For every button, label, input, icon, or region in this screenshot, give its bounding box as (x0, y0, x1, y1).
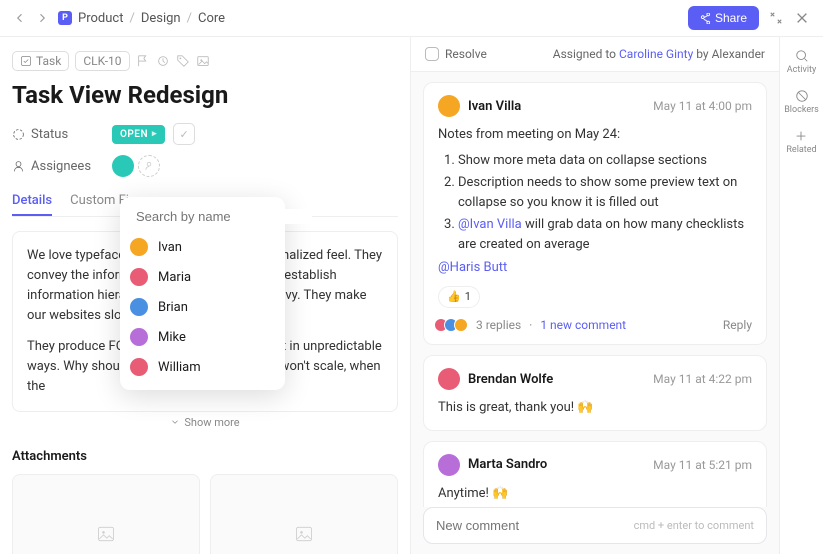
chevron-down-icon (170, 417, 180, 427)
repliers-avatars[interactable] (438, 318, 468, 332)
comment-body: Notes from meeting on May 24: Show more … (438, 125, 752, 308)
assigned-to-name[interactable]: Caroline Ginty (619, 47, 693, 61)
nav-back[interactable] (12, 10, 28, 26)
new-comment-input[interactable]: cmd + enter to comment (423, 507, 767, 544)
task-id-label: CLK-10 (83, 54, 121, 68)
task-type-label: Task (36, 54, 61, 68)
avatar (130, 298, 148, 316)
reply-button[interactable]: Reply (723, 318, 752, 332)
breadcrumb-sep: / (187, 11, 192, 26)
assignees-label: Assignees (12, 159, 112, 174)
avatar[interactable] (438, 368, 460, 390)
side-rail: Activity Blockers Related (779, 37, 823, 554)
image-placeholder-icon (294, 524, 314, 544)
share-label: Share (715, 11, 747, 25)
avatar (130, 238, 148, 256)
comment-card: Marta Sandro May 11 at 5:21 pm Anytime! … (423, 441, 767, 508)
assignee-option-label: Maria (158, 270, 191, 285)
keyboard-hint: cmd + enter to comment (634, 519, 754, 532)
topbar: P Product / Design / Core Share (0, 0, 823, 37)
image-icon[interactable] (196, 54, 210, 68)
task-title[interactable]: Task View Redesign (12, 81, 398, 109)
comments-pane: Resolve Assigned to Caroline Ginty by Al… (410, 37, 779, 554)
breadcrumb-item[interactable]: Product (78, 11, 123, 26)
comment-time: May 11 at 5:21 pm (653, 458, 752, 472)
watch-icon[interactable] (156, 54, 170, 68)
avatar (130, 358, 148, 376)
new-comment-link[interactable]: 1 new comment (540, 318, 626, 332)
checkbox-icon (20, 55, 32, 67)
comment-body: This is great, thank you! 🙌 (438, 398, 752, 418)
rail-activity[interactable]: Activity (787, 49, 816, 75)
resolve-label[interactable]: Resolve (445, 47, 487, 61)
resolve-checkbox[interactable] (425, 47, 439, 61)
breadcrumb[interactable]: P Product / Design / Core (58, 11, 225, 26)
nav-forward[interactable] (34, 10, 50, 26)
assigned-text: Assigned to Caroline Ginty by Alexander (553, 47, 765, 61)
attachment-slot[interactable] (12, 474, 200, 554)
avatar[interactable] (438, 454, 460, 476)
related-icon (794, 129, 808, 143)
resolve-bar: Resolve Assigned to Caroline Ginty by Al… (411, 37, 779, 72)
flag-icon[interactable] (136, 54, 150, 68)
replies-count[interactable]: 3 replies (476, 318, 521, 332)
show-more-button[interactable]: Show more (12, 412, 398, 433)
assignee-dropdown[interactable]: Ivan Maria Brian Mike William (120, 197, 285, 390)
comment-author[interactable]: Brendan Wolfe (468, 372, 553, 387)
tab-details[interactable]: Details (12, 187, 52, 216)
status-label: Status (12, 127, 112, 142)
project-icon: P (58, 11, 72, 25)
tag-icon[interactable] (176, 54, 190, 68)
assignee-option[interactable]: Ivan (120, 232, 285, 262)
assignee-avatar[interactable] (112, 155, 134, 177)
status-icon (12, 128, 25, 141)
comment-time: May 11 at 4:22 pm (653, 372, 752, 386)
new-comment-field[interactable] (436, 518, 634, 533)
search-icon (795, 49, 809, 63)
share-icon (700, 13, 711, 24)
comment-card: Ivan Villa May 11 at 4:00 pm Notes from … (423, 82, 767, 345)
breadcrumb-item[interactable]: Design (141, 11, 181, 26)
comment-author[interactable]: Ivan Villa (468, 99, 521, 114)
comment-time: May 11 at 4:00 pm (653, 99, 752, 113)
rail-related[interactable]: Related (786, 129, 816, 155)
assignee-option-label: William (158, 360, 201, 375)
blockers-icon (795, 89, 809, 103)
close-icon[interactable] (793, 9, 811, 27)
share-button[interactable]: Share (688, 6, 759, 30)
image-placeholder-icon (96, 524, 116, 544)
status-badge[interactable]: OPEN▸ (112, 125, 165, 144)
task-id-chip[interactable]: CLK-10 (75, 51, 129, 71)
rail-blockers[interactable]: Blockers (784, 89, 819, 115)
comment-body: Anytime! 🙌 (438, 484, 752, 504)
reaction-chip[interactable]: 👍1 (438, 286, 480, 309)
avatar[interactable] (438, 95, 460, 117)
breadcrumb-item[interactable]: Core (198, 11, 225, 26)
task-pane: Task CLK-10 Task View Redesign Status OP… (0, 37, 410, 554)
comment-author[interactable]: Marta Sandro (468, 457, 547, 472)
person-icon (12, 160, 25, 173)
task-type-chip[interactable]: Task (12, 51, 69, 71)
add-assignee-button[interactable] (138, 155, 160, 177)
breadcrumb-sep: / (129, 11, 134, 26)
collapse-icon[interactable] (767, 9, 785, 27)
assignee-option-label: Ivan (158, 240, 182, 255)
mention[interactable]: @Haris Butt (438, 258, 752, 278)
assignee-option-label: Brian (158, 300, 188, 315)
avatar (130, 268, 148, 286)
assignee-option[interactable]: Maria (120, 262, 285, 292)
attachment-slot[interactable] (210, 474, 398, 554)
assignee-option[interactable]: William (120, 352, 285, 382)
assignee-option[interactable]: Mike (120, 322, 285, 352)
avatar (130, 328, 148, 346)
assignee-option-label: Mike (158, 330, 186, 345)
complete-button[interactable]: ✓ (173, 123, 195, 145)
comment-card: Brendan Wolfe May 11 at 4:22 pm This is … (423, 355, 767, 431)
assignee-search-input[interactable] (136, 209, 312, 224)
attachments-title: Attachments (12, 449, 398, 464)
assignee-option[interactable]: Brian (120, 292, 285, 322)
mention[interactable]: @Ivan Villa (458, 217, 522, 232)
